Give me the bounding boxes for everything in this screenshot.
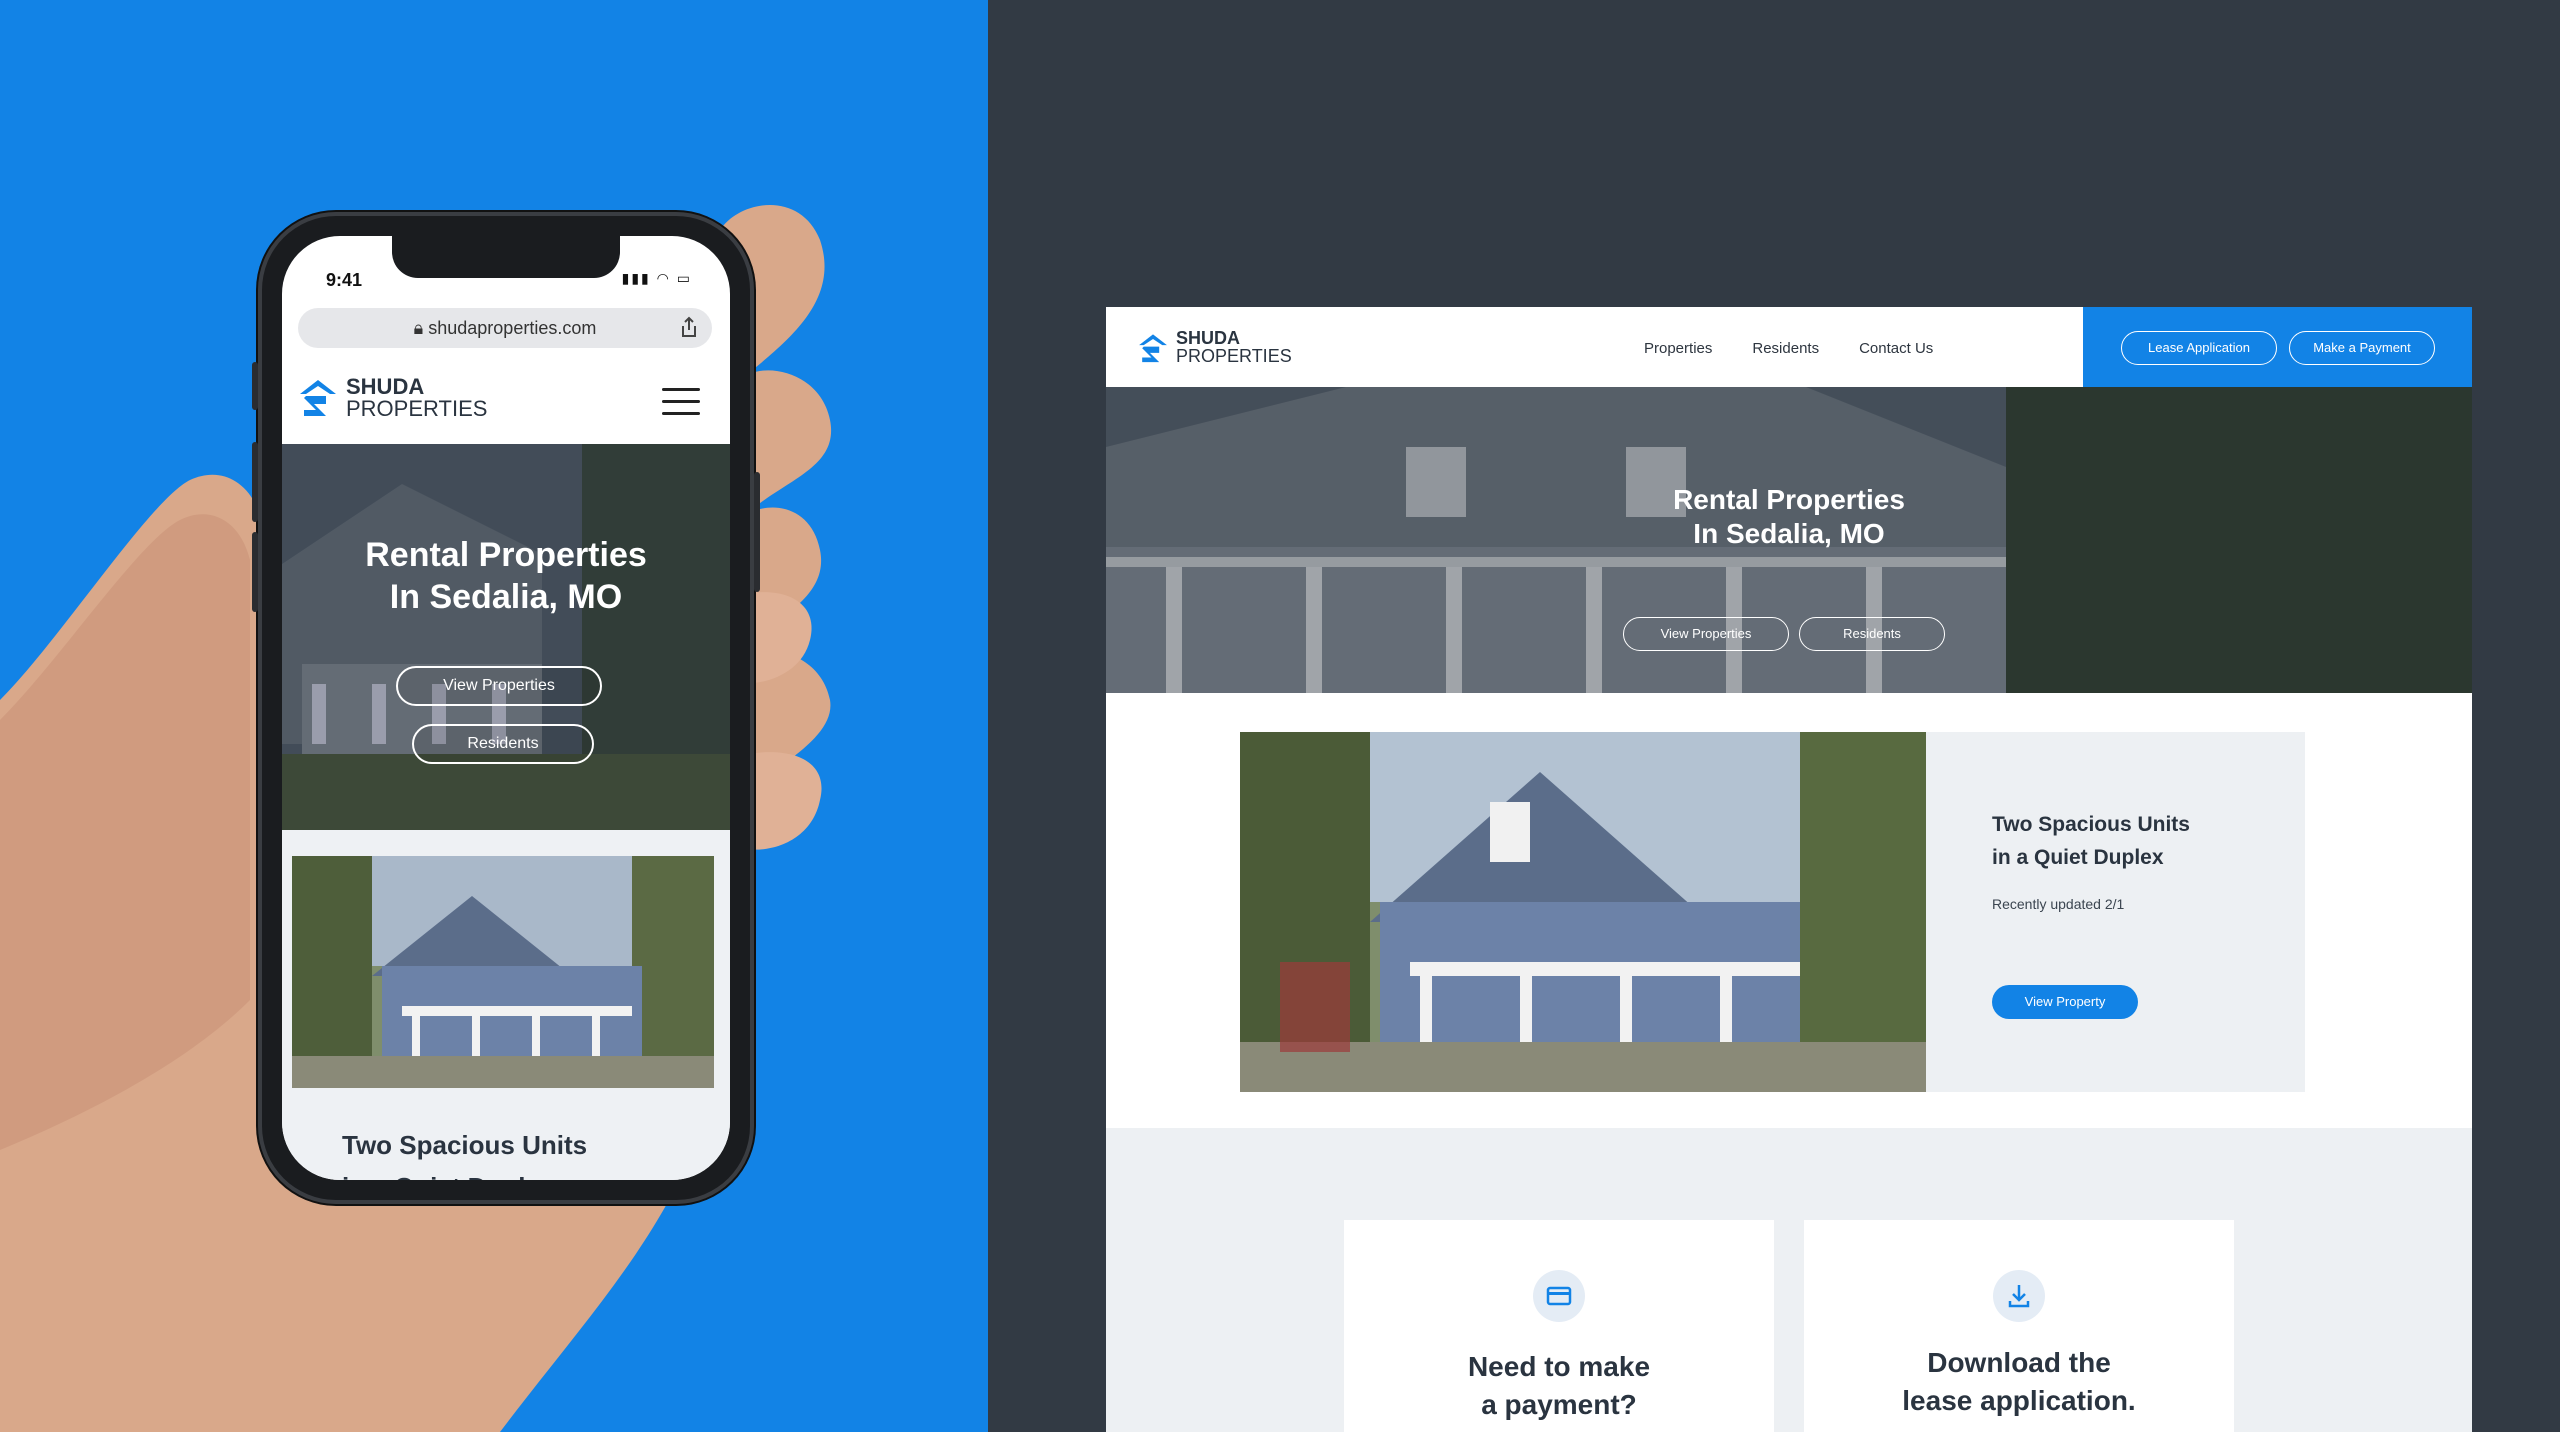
- desktop-lower-section: Need to make a payment? Download the lea…: [1106, 1128, 2472, 1432]
- lease-application-button[interactable]: Lease Application: [2121, 331, 2277, 365]
- phone-mute-switch: [252, 362, 258, 410]
- signal-icon: ▮▮▮: [621, 270, 651, 286]
- mobile-view-properties-button[interactable]: View Properties: [396, 666, 602, 706]
- mobile-residents-button[interactable]: Residents: [412, 724, 594, 764]
- featured-property-image[interactable]: [1240, 732, 1926, 1092]
- mobile-hero-title: Rental Properties In Sedalia, MO: [282, 534, 730, 618]
- mobile-card-title: Two Spacious Units in a Quiet Duplex: [342, 1124, 587, 1180]
- desktop-residents-button[interactable]: Residents: [1799, 617, 1945, 651]
- desktop-view-properties-button[interactable]: View Properties: [1623, 617, 1789, 651]
- brand-name-bottom: PROPERTIES: [1176, 346, 1292, 366]
- brand-name-top: SHUDA: [1176, 328, 1241, 348]
- payment-card[interactable]: Need to make a payment?: [1344, 1220, 1774, 1432]
- lock-icon: 🔒︎: [413, 318, 424, 338]
- download-title-line1: Download the: [1927, 1347, 2111, 1378]
- desktop-hero-title-line1: Rental Properties: [1673, 484, 1905, 515]
- share-icon[interactable]: [678, 316, 700, 338]
- mobile-hero-title-line1: Rental Properties: [365, 536, 647, 574]
- payment-title-line1: Need to make: [1467, 1351, 1651, 1382]
- browser-url-bar[interactable]: 🔒︎ shudaproperties.com: [298, 308, 712, 348]
- view-property-button[interactable]: View Property: [1992, 985, 2138, 1019]
- header-cta-bar: Lease Application Make a Payment: [2083, 307, 2472, 387]
- brand-logo-icon: [1139, 334, 1167, 363]
- phone-device: 9:41 ▮▮▮ ◠ ▭ 🔒︎ shudaproperties.com SHUD…: [252, 212, 760, 1204]
- download-icon: [1993, 1270, 2045, 1322]
- mobile-hero: Rental Properties In Sedalia, MO View Pr…: [282, 444, 730, 830]
- featured-updated-text: Recently updated 2/1: [1992, 896, 2125, 912]
- desktop-header: SHUDA PROPERTIES Properties Residents Co…: [1106, 307, 2472, 387]
- url-text: 🔒︎ shudaproperties.com: [298, 318, 712, 339]
- mobile-hero-title-line2: In Sedalia, MO: [389, 578, 623, 616]
- mobile-showcase-panel: 9:41 ▮▮▮ ◠ ▭ 🔒︎ shudaproperties.com SHUD…: [0, 0, 988, 1432]
- nav-item-contact-us[interactable]: Contact Us: [1859, 340, 1933, 357]
- featured-property-panel: Two Spacious Units in a Quiet Duplex Rec…: [1926, 732, 2305, 1092]
- phone-power-button: [754, 472, 760, 592]
- desktop-nav: Properties Residents Contact Us: [1644, 340, 1933, 357]
- make-a-payment-button[interactable]: Make a Payment: [2289, 331, 2435, 365]
- desktop-hero: Rental Properties In Sedalia, MO View Pr…: [1106, 387, 2472, 693]
- mobile-site-header: SHUDA PROPERTIES: [282, 358, 730, 444]
- battery-icon: ▭: [676, 270, 692, 286]
- download-card[interactable]: Download the lease application.: [1804, 1220, 2234, 1432]
- brand-name-top: SHUDA: [346, 374, 425, 399]
- download-title-line2: lease application.: [1902, 1385, 2136, 1416]
- brand-logo-icon: [300, 380, 336, 416]
- phone-volume-up: [252, 442, 258, 522]
- status-time: 9:41: [326, 270, 363, 290]
- payment-title-line2: a payment?: [1481, 1389, 1637, 1420]
- url-value: shudaproperties.com: [428, 318, 597, 338]
- blue-house-image: [1240, 732, 1926, 1092]
- mobile-card-title-line1: Two Spacious Units: [342, 1130, 588, 1160]
- featured-property-title: Two Spacious Units in a Quiet Duplex: [1992, 808, 2190, 874]
- blue-house-image: [292, 856, 714, 1088]
- phone-notch: [392, 236, 620, 278]
- nav-item-residents[interactable]: Residents: [1752, 340, 1819, 357]
- payment-card-title: Need to make a payment?: [1344, 1348, 1774, 1424]
- wifi-icon: ◠: [656, 270, 671, 286]
- phone-volume-down: [252, 532, 258, 612]
- download-card-title: Download the lease application.: [1804, 1344, 2234, 1420]
- mobile-hero-house-image: [282, 444, 730, 830]
- brand-name-bottom: PROPERTIES: [346, 396, 488, 421]
- desktop-hero-title: Rental Properties In Sedalia, MO: [1106, 483, 2472, 551]
- mobile-card-title-line2: in a Quiet Duplex: [342, 1166, 587, 1180]
- phone-screen: 9:41 ▮▮▮ ◠ ▭ 🔒︎ shudaproperties.com SHUD…: [282, 236, 730, 1180]
- desktop-hero-title-line2: In Sedalia, MO: [1693, 518, 1885, 549]
- featured-title-line2: in a Quiet Duplex: [1992, 846, 2164, 869]
- credit-card-icon: [1533, 1270, 1585, 1322]
- featured-title-line1: Two Spacious Units: [1992, 813, 2190, 836]
- nav-item-properties[interactable]: Properties: [1644, 340, 1712, 357]
- desktop-site: SHUDA PROPERTIES Properties Residents Co…: [1106, 307, 2472, 1432]
- hamburger-menu-icon[interactable]: [662, 388, 700, 416]
- mobile-property-image[interactable]: [292, 856, 714, 1088]
- status-icons: ▮▮▮ ◠ ▭: [622, 270, 692, 287]
